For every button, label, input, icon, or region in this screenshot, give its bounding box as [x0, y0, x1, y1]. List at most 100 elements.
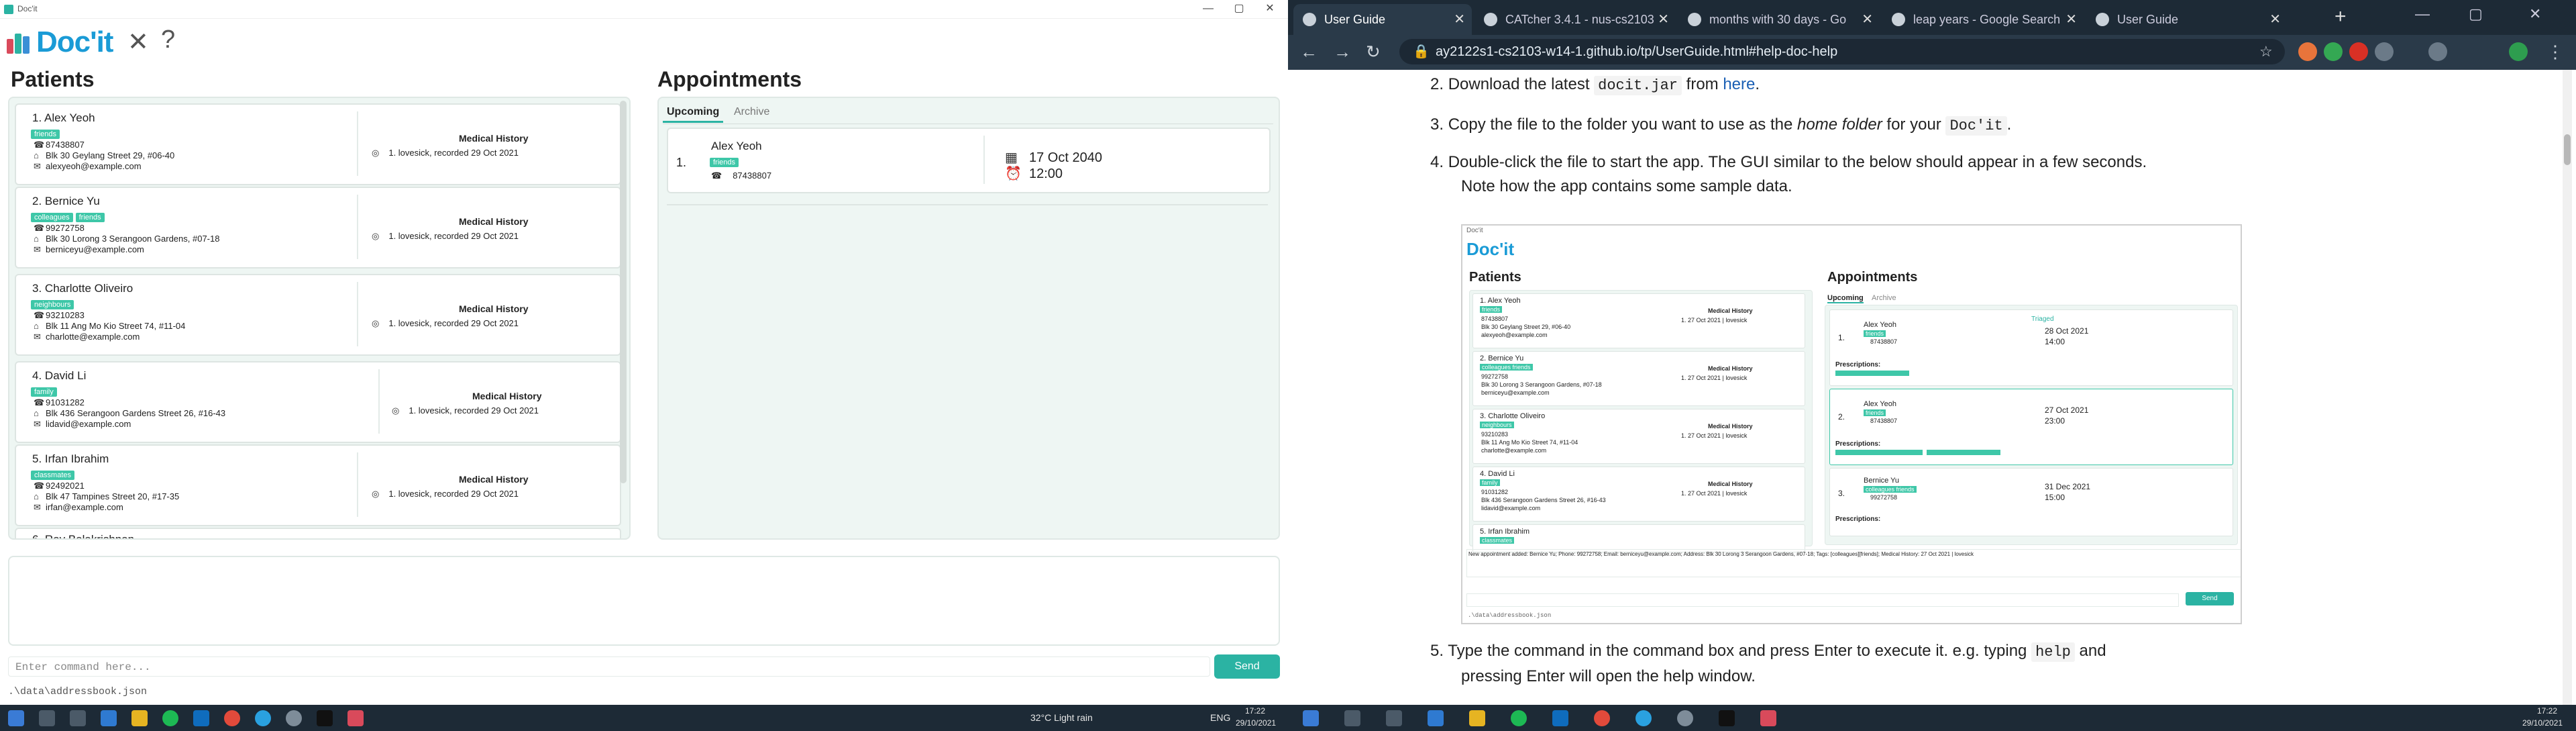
appointment-card[interactable]: 1. Alex Yeoh friends ☎ 87438807 ▦ 17 Oct 2… — [667, 128, 1271, 193]
extension-icon[interactable] — [2324, 42, 2343, 61]
language-indicator[interactable]: ENG — [1210, 712, 1230, 723]
code-help: help — [2031, 642, 2075, 662]
chrome-icon[interactable] — [224, 710, 240, 726]
code-docit-jar: docit.jar — [1594, 76, 1682, 95]
close-tab-icon[interactable]: ✕ — [2065, 4, 2077, 35]
patient-card[interactable]: 2. Bernice Yu colleagues friends ☎ 9927275… — [15, 187, 621, 269]
home-icon: ⌂ — [34, 150, 39, 160]
mail-icon[interactable] — [1428, 710, 1444, 726]
close-tab-icon[interactable]: ✕ — [1454, 4, 1465, 35]
close-tab-icon[interactable]: ✕ — [1862, 4, 1873, 35]
extension-icon[interactable] — [2298, 42, 2317, 61]
patient-card[interactable]: 3. Charlotte Oliveiro neighbours ☎ 932102… — [15, 274, 621, 356]
minimize-icon[interactable]: — — [1193, 1, 1224, 16]
github-favicon-icon — [1484, 13, 1497, 26]
status-bar-path: .\data\addressbook.json — [8, 686, 148, 697]
telegram-icon[interactable] — [1635, 710, 1652, 726]
history-icon: ◎ — [372, 231, 380, 241]
task-view-icon[interactable] — [70, 710, 86, 726]
menu-kebab-icon[interactable]: ⋮ — [2546, 42, 2564, 62]
chrome-icon[interactable] — [1594, 710, 1610, 726]
embedded-command-input — [1466, 593, 2179, 607]
outlook-icon[interactable] — [1552, 710, 1568, 726]
spotify-icon[interactable] — [1511, 710, 1527, 726]
browser-tab[interactable]: leap years - Google Search ✕ — [1882, 4, 2084, 35]
weather-text[interactable]: 32°C Light rain — [1030, 712, 1093, 723]
telegram-icon[interactable] — [255, 710, 271, 726]
embedded-appointment-card: 3. Bernice Yu colleagues friends 9927275… — [1829, 468, 2233, 536]
browser-tab[interactable]: User Guide ✕ — [2086, 4, 2288, 35]
profile-avatar[interactable] — [2509, 42, 2528, 61]
app-name: Doc'it — [36, 26, 113, 58]
window-close-icon[interactable]: ✕ — [2529, 5, 2541, 23]
task-view-icon[interactable] — [1386, 710, 1402, 726]
docit-taskbar-icon[interactable] — [1760, 710, 1776, 726]
patient-index: 3. — [32, 282, 42, 295]
patients-scrollbar[interactable] — [620, 101, 627, 483]
search-icon[interactable] — [1344, 710, 1360, 726]
window-close-icon[interactable]: ✕ — [1254, 1, 1285, 16]
search-icon[interactable] — [39, 710, 55, 726]
patient-tag: family — [31, 387, 57, 397]
help-button[interactable]: ? — [161, 26, 175, 54]
app-icon[interactable] — [1677, 710, 1693, 726]
embedded-app-name: Doc'it — [1466, 239, 1515, 259]
start-icon[interactable] — [1303, 710, 1319, 726]
tab-archive[interactable]: Archive — [730, 103, 773, 121]
phone-icon: ☎ — [34, 310, 45, 320]
browser-tabstrip: User Guide ✕ CATcher 3.4.1 - nus-cs2103 … — [1288, 0, 2576, 35]
patients-list[interactable]: 1. Alex Yeoh friends ☎ 87438807 ⌂ Blk 30 G… — [8, 97, 631, 540]
medical-history-item: 1. lovesick, recorded 29 Oct 2021 — [409, 405, 539, 416]
patient-card[interactable]: 6. Roy Balakrishnan — [15, 528, 621, 538]
browser-tab-title: leap years - Google Search — [1913, 13, 2061, 26]
spotify-icon[interactable] — [162, 710, 178, 726]
exit-button[interactable]: ✕ — [127, 27, 149, 57]
back-icon[interactable]: ← — [1300, 42, 1318, 62]
patient-email: alexyeoh@example.com — [46, 161, 142, 171]
forward-icon[interactable]: → — [1334, 42, 1351, 62]
clock-date[interactable]: 29/10/2021 — [2522, 718, 2563, 728]
patient-card[interactable]: 4. David Li family ☎ 91031282 ⌂ Blk 436 Se… — [15, 361, 621, 443]
patient-card[interactable]: 1. Alex Yeoh friends ☎ 87438807 ⌂ Blk 30 G… — [15, 103, 621, 185]
medical-history-item: 1. lovesick, recorded 29 Oct 2021 — [388, 148, 519, 158]
reading-list-icon[interactable] — [2428, 42, 2447, 61]
maximize-icon[interactable]: ▢ — [1224, 1, 1254, 16]
terminal-icon[interactable] — [317, 710, 333, 726]
terminal-icon[interactable] — [1719, 710, 1735, 726]
outlook-icon[interactable] — [193, 710, 209, 726]
email-icon: ✉ — [34, 332, 41, 342]
new-tab-button[interactable]: + — [2334, 5, 2347, 28]
command-input[interactable]: Enter command here... — [8, 656, 1210, 677]
embedded-appointment-card: 1. Alex Yeoh friends 87438807 Triaged 28… — [1829, 309, 2233, 386]
close-tab-icon[interactable]: ✕ — [2269, 4, 2281, 35]
extension-icon[interactable] — [2349, 42, 2368, 61]
send-button[interactable]: Send — [1214, 654, 1280, 679]
maximize-icon[interactable]: ▢ — [2469, 5, 2483, 23]
appointments-panel: Upcoming Archive 1. Alex Yeoh friends ☎ 8… — [657, 97, 1280, 540]
reload-icon[interactable]: ↻ — [1366, 42, 1381, 62]
tab-upcoming[interactable]: Upcoming — [663, 103, 724, 123]
close-tab-icon[interactable]: ✕ — [1658, 4, 1669, 35]
clock-date[interactable]: 29/10/2021 — [1236, 718, 1276, 728]
docit-window: Doc'it — ▢ ✕ Doc'it ✕ ? Patients 1. Alex… — [0, 0, 1288, 705]
clock-time[interactable]: 17:22 — [2537, 706, 2557, 716]
bookmark-star-icon[interactable]: ☆ — [2259, 43, 2273, 60]
docit-taskbar-icon[interactable] — [347, 710, 364, 726]
file-explorer-icon[interactable] — [1469, 710, 1485, 726]
browser-tab[interactable]: months with 30 days - Go ✕ — [1678, 4, 1880, 35]
patient-card[interactable]: 5. Irfan Ibrahim classmates ☎ 92492021 ⌂ B… — [15, 444, 621, 526]
minimize-icon[interactable]: — — [2415, 5, 2430, 23]
taskbar-left: 32°C Light rain ENG 17:22 29/10/2021 — [0, 705, 1288, 731]
browser-tab[interactable]: User Guide ✕ — [1293, 4, 1472, 35]
browser-tab[interactable]: CATcher 3.4.1 - nus-cs2103 ✕ — [1474, 4, 1676, 35]
file-explorer-icon[interactable] — [131, 710, 148, 726]
address-bar[interactable]: 🔒 ay2122s1-cs2103-w14-1.github.io/tp/Use… — [1399, 39, 2285, 64]
mail-icon[interactable] — [101, 710, 117, 726]
start-icon[interactable] — [8, 710, 24, 726]
extensions-puzzle-icon[interactable] — [2375, 42, 2394, 61]
window-titlebar: Doc'it — ▢ ✕ — [0, 0, 1288, 19]
clock-time[interactable]: 17:22 — [1245, 706, 1265, 716]
page-scrollbar[interactable] — [2563, 70, 2572, 705]
download-link[interactable]: here — [1723, 75, 1755, 93]
app-icon[interactable] — [286, 710, 302, 726]
